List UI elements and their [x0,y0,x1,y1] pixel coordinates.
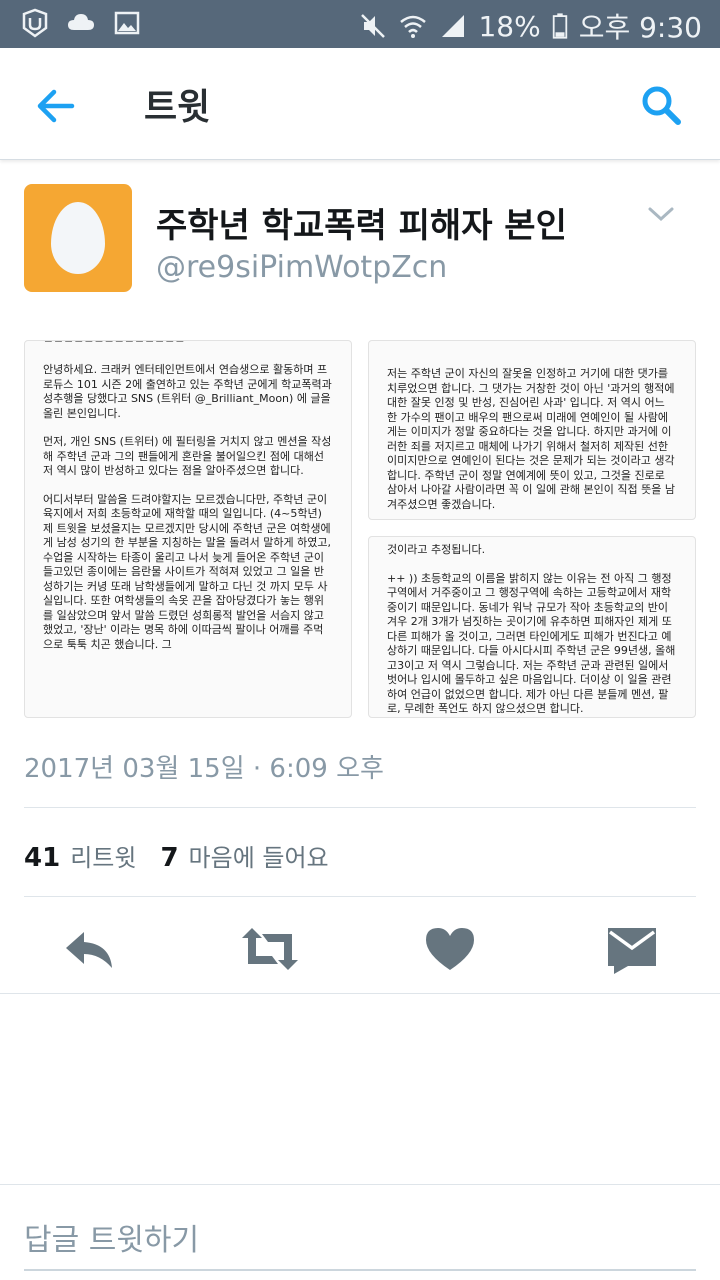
cut-off-line: ─ ─ ─ ─ ─ ─ ─ ─ ─ ─ ─ ─ ─ ─ [45,340,184,348]
direct-message-icon[interactable] [604,924,660,974]
app-bar: 트윗 [0,48,720,160]
signal-icon [442,15,465,37]
mute-icon [361,14,386,38]
back-arrow-icon[interactable] [28,78,84,134]
media-image-1[interactable]: ─ ─ ─ ─ ─ ─ ─ ─ ─ ─ ─ ─ ─ ─ 안녕하세요. 크래커 엔… [24,340,352,718]
default-egg-icon [51,202,105,274]
clock: 오후 9:30 [578,11,702,44]
retweet-count[interactable]: 41 [24,843,60,873]
tweet-actions [0,912,720,992]
display-name[interactable]: 주학년 학교폭력 피해자 본인 [156,198,567,247]
image-icon [114,11,140,35]
chevron-down-icon[interactable] [646,204,676,224]
media-image-3[interactable]: 것이라고 추정됩니다. ++ )) 초등학교의 이름을 밝히지 않는 이유는 전… [368,536,696,718]
cloud-icon [68,14,94,30]
like-heart-icon[interactable] [422,924,478,974]
doc-paragraph: 저는 주학년 군이 자신의 잘못을 인정하고 거기에 대한 댓가를 치루었으면 … [387,367,675,511]
doc-paragraph: ++ )) 초등학교의 이름을 밝히지 않는 이유는 전 아직 그 행정구역에서… [387,571,676,716]
status-bar: 18% 오후 9:30 [0,0,720,48]
doc-paragraph: 먼저, 개인 SNS (트위터) 에 필터링을 거치지 않고 멘션을 작성해 주… [43,435,332,477]
avatar[interactable] [24,184,132,292]
app-notification-icon [22,8,48,38]
battery-icon [552,13,567,39]
tweet-author: 주학년 학교폭력 피해자 본인 @re9siPimWotpZcn [0,162,720,322]
tweet-media: ─ ─ ─ ─ ─ ─ ─ ─ ─ ─ ─ ─ ─ ─ 안녕하세요. 크래커 엔… [24,340,696,718]
divider [24,807,696,808]
tweet-stats: 41 리트윗 7 마음에 들어요 [24,838,343,873]
media-image-2[interactable]: 저는 주학년 군이 자신의 잘못을 인정하고 거기에 대한 댓가를 치루었으면 … [368,340,696,520]
search-icon[interactable] [634,78,690,134]
reply-icon[interactable] [62,924,118,974]
reply-input[interactable]: 답글 트윗하기 [24,1215,199,1259]
retweet-icon[interactable] [242,924,298,974]
reply-underline [24,1269,696,1271]
doc-paragraph: 것이라고 추정됩니다. [387,543,486,556]
retweet-label[interactable]: 리트윗 [70,838,136,873]
divider [0,993,720,994]
like-label[interactable]: 마음에 들어요 [189,838,329,873]
wifi-icon [400,15,427,38]
doc-paragraph: 어디서부터 말씀을 드려야할지는 모르겠습니다만, 주학년 군이 육지에서 저희… [43,492,331,651]
tweet-timestamp: 2017년 03월 15일 · 6:09 오후 [24,754,384,784]
divider [24,896,696,897]
reply-composer[interactable]: 답글 트윗하기 [0,1184,720,1280]
page-title: 트윗 [144,87,211,128]
doc-paragraph: 안녕하세요. 크래커 엔터테인먼트에서 연습생으로 활동하며 프로듀스 101 … [43,363,332,420]
like-count[interactable]: 7 [160,843,178,873]
battery-percent: 18% [478,9,541,43]
user-handle[interactable]: @re9siPimWotpZcn [156,250,447,285]
